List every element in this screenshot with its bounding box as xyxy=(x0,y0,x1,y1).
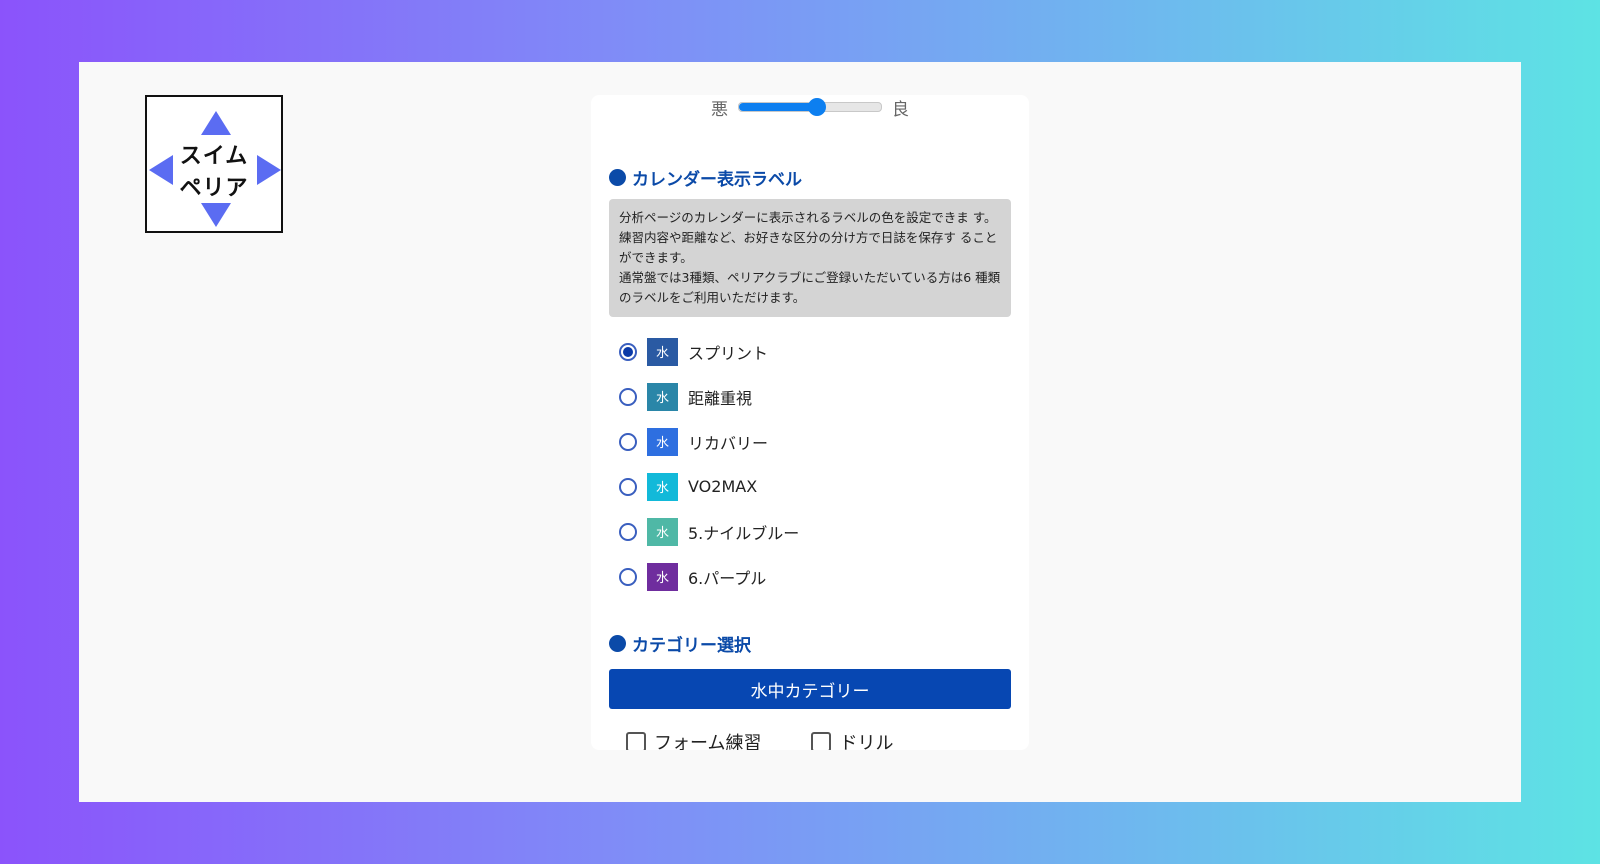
bullet-dot-icon xyxy=(609,635,626,652)
checkbox-label: ドリル xyxy=(839,733,894,750)
label-option-purple[interactable]: 水 6.パープル xyxy=(619,554,799,599)
checkbox-form-practice[interactable]: フォーム練習 xyxy=(626,729,761,750)
label-option-text: リカバリー xyxy=(688,433,769,453)
label-option-text: 6.パープル xyxy=(688,568,767,588)
category-title: カテゴリー選択 xyxy=(632,636,751,656)
label-swatch: 水 xyxy=(647,517,678,546)
label-option-recovery[interactable]: 水 リカバリー xyxy=(619,419,799,464)
checkbox-drill[interactable]: ドリル xyxy=(811,729,893,750)
checkbox[interactable] xyxy=(626,732,646,750)
label-option-distance[interactable]: 水 距離重視 xyxy=(619,374,799,419)
arrow-down-icon xyxy=(201,203,231,227)
label-option-sprint[interactable]: 水 スプリント xyxy=(619,329,799,374)
settings-panel: 悪 良 カレンダー表示ラベル 分析ページのカレンダーに表示されるラベルの色を設定… xyxy=(591,95,1029,750)
radio-button[interactable] xyxy=(619,432,637,451)
condition-slider-row: 悪 良 xyxy=(591,95,1029,120)
slider-thumb[interactable] xyxy=(808,98,827,116)
radio-button[interactable] xyxy=(619,342,637,361)
calendar-label-heading: カレンダー表示ラベル xyxy=(609,165,802,190)
calendar-label-title: カレンダー表示ラベル xyxy=(632,170,802,190)
radio-button[interactable] xyxy=(619,567,637,586)
label-option-vo2max[interactable]: 水 VO2MAX xyxy=(619,464,799,509)
logo-text: スイム ペリア xyxy=(147,141,281,205)
checkbox[interactable] xyxy=(811,732,832,750)
radio-button[interactable] xyxy=(619,387,637,406)
note-paragraph-2: 通常盤では3種類、ペリアクラブにご登録いただいている方は6 種類のラベルをご利用… xyxy=(619,270,1001,305)
note-paragraph-1: 分析ページのカレンダーに表示されるラベルの色を設定できま す。練習内容や距離など… xyxy=(619,210,998,265)
label-swatch: 水 xyxy=(647,562,678,591)
label-swatch: 水 xyxy=(647,382,678,411)
label-option-text: 5.ナイルブルー xyxy=(688,523,800,543)
slider-min-label: 悪 xyxy=(711,99,728,120)
condition-slider[interactable] xyxy=(738,98,882,116)
radio-button[interactable] xyxy=(619,522,637,541)
logo-line-2: ペリア xyxy=(179,176,249,201)
label-option-text: VO2MAX xyxy=(688,477,758,496)
label-option-nile-blue[interactable]: 水 5.ナイルブルー xyxy=(619,509,799,554)
category-checkbox-list: フォーム練習 ドリル xyxy=(626,729,893,750)
checkbox-label: フォーム練習 xyxy=(654,733,762,750)
label-swatch: 水 xyxy=(647,427,678,456)
label-option-text: スプリント xyxy=(688,343,769,363)
underwater-category-button[interactable]: 水中カテゴリー xyxy=(609,669,1011,709)
app-stage: スイム ペリア 悪 良 カレンダー表示ラベル 分析ページのカレンダーに表示される… xyxy=(79,62,1521,802)
logo-line-1: スイム xyxy=(179,144,249,169)
calendar-label-note: 分析ページのカレンダーに表示されるラベルの色を設定できま す。練習内容や距離など… xyxy=(609,199,1011,317)
category-heading: カテゴリー選択 xyxy=(609,631,751,656)
slider-max-label: 良 xyxy=(892,99,909,120)
app-logo: スイム ペリア xyxy=(145,95,283,233)
label-option-text: 距離重視 xyxy=(688,388,753,408)
label-option-list: 水 スプリント 水 距離重視 水 リカバリー 水 VO2MAX 水 5.ナイルブ… xyxy=(619,329,799,599)
label-swatch: 水 xyxy=(647,472,678,501)
radio-button[interactable] xyxy=(619,477,637,496)
bullet-dot-icon xyxy=(609,169,626,186)
arrow-up-icon xyxy=(201,111,231,135)
label-swatch: 水 xyxy=(647,337,678,366)
slider-fill xyxy=(739,103,818,111)
